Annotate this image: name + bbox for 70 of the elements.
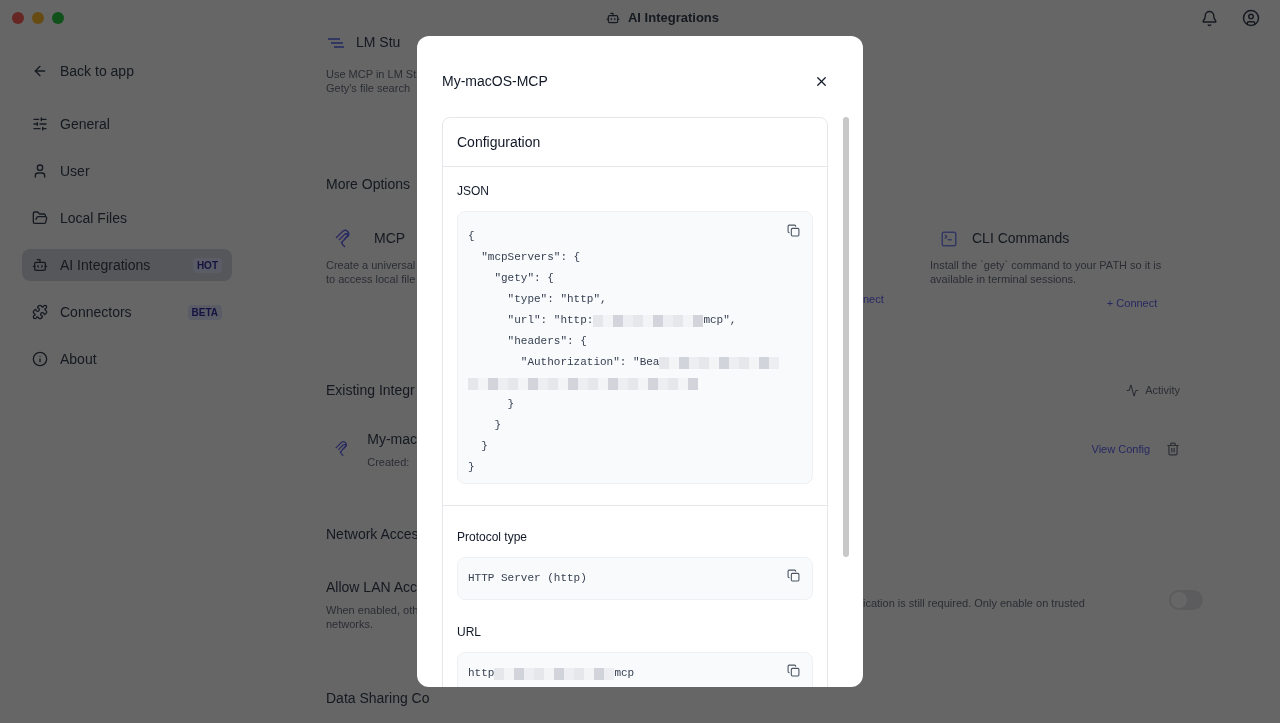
card-description: Use MCP in LM St — [326, 67, 417, 81]
code-text: "url": "http: — [506, 313, 594, 329]
activity-icon — [1126, 383, 1140, 397]
card-description: to access local file — [326, 272, 417, 286]
copy-icon[interactable] — [787, 224, 800, 237]
code-text: http — [468, 666, 495, 682]
close-window-button[interactable] — [12, 12, 24, 24]
section-heading: Existing Integr — [326, 380, 416, 400]
section-heading: Data Sharing Co — [326, 689, 430, 707]
code-text: } — [480, 439, 488, 455]
activity-button[interactable]: Activity — [1126, 381, 1180, 399]
integration-date: Created: — [367, 454, 411, 470]
field-label: Protocol type — [457, 529, 529, 546]
folder-icon — [32, 210, 48, 226]
badge: BETA — [187, 304, 222, 320]
field-label: URL — [457, 624, 482, 641]
code-text: { — [468, 229, 475, 245]
protocol-field: HTTP Server (http) — [457, 557, 813, 600]
dialog-title: My-macOS-MCP — [442, 72, 548, 91]
card-title: CLI Commands — [972, 229, 1070, 248]
copy-icon[interactable] — [787, 664, 800, 677]
sidebar-item[interactable]: About — [22, 343, 232, 375]
sidebar-item[interactable]: General — [22, 108, 232, 140]
field-label: JSON — [457, 183, 490, 200]
code-text: } — [468, 460, 475, 476]
card-description: Create a universal — [326, 258, 417, 272]
sidebar-item[interactable]: User — [22, 155, 232, 187]
card-description: Gety's file search — [326, 81, 412, 95]
code-text: } — [493, 418, 501, 434]
code-text: mcp", — [703, 313, 737, 329]
back-link[interactable]: Back to app — [22, 58, 232, 84]
code-text: "Authorization": "Bea — [519, 355, 660, 371]
code-text: "gety": { — [493, 271, 554, 287]
code-text: mcp — [614, 666, 635, 682]
card-description: available in terminal sessions. — [930, 272, 1078, 286]
setting-title: Allow LAN Acc — [326, 578, 417, 597]
user-icon — [32, 163, 48, 179]
code-text: "type": "http", — [506, 292, 607, 308]
integration-name: My-mac — [367, 429, 417, 449]
bot-icon — [32, 257, 48, 273]
scrollbar[interactable] — [843, 117, 849, 557]
sidebar-item[interactable]: Connectors BETA — [22, 296, 232, 328]
account-icon[interactable] — [1242, 9, 1260, 27]
view-config-link[interactable]: View Config — [1091, 441, 1150, 458]
section-heading: More Options — [326, 175, 412, 194]
connect-button[interactable]: + Connect — [1106, 295, 1162, 312]
code-text: "headers": { — [506, 334, 587, 350]
bot-icon — [606, 11, 620, 25]
code-text: "mcpServers": { — [480, 250, 581, 266]
sidebar-item[interactable]: Local Files — [22, 202, 232, 234]
card-title: LM Stu — [356, 33, 401, 52]
bars-icon — [326, 36, 346, 49]
copy-icon[interactable] — [787, 569, 800, 582]
zoom-window-button[interactable] — [52, 12, 64, 24]
puzzle-icon — [32, 304, 48, 320]
sidebar-item[interactable]: AI Integrations HOT — [22, 249, 232, 281]
window-title: AI Integrations — [628, 9, 719, 28]
card-heading: Configuration — [443, 118, 827, 167]
card-title: MCP — [374, 229, 406, 248]
code-text: } — [506, 397, 515, 413]
terminal-icon — [940, 229, 958, 248]
setting-description: networks. — [326, 617, 375, 631]
connect-link[interactable]: nect — [863, 293, 884, 305]
section-heading: Network Acces — [326, 525, 417, 544]
info-icon — [32, 351, 48, 367]
sliders-icon — [32, 116, 48, 132]
close-icon[interactable] — [814, 74, 829, 89]
badge: HOT — [192, 257, 222, 273]
trash-icon[interactable] — [1166, 442, 1180, 457]
notification-icon[interactable] — [1201, 9, 1218, 27]
